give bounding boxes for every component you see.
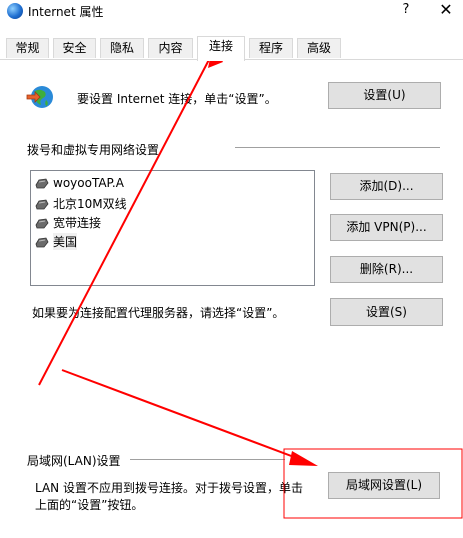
list-item[interactable]: 美国 bbox=[35, 233, 78, 251]
proxy-text: 如果要为连接配置代理服务器，请选择“设置”。 bbox=[32, 306, 285, 320]
help-button[interactable]: ? bbox=[396, 2, 416, 17]
list-item[interactable]: 宽带连接 bbox=[35, 214, 101, 232]
setup-button[interactable]: 设置(U) bbox=[328, 82, 441, 109]
internet-options-icon bbox=[7, 3, 23, 19]
lan-text-line2: 上面的“设置”按钮。 bbox=[35, 498, 144, 512]
network-connection-icon bbox=[35, 199, 49, 210]
network-connection-icon bbox=[35, 218, 49, 229]
add-vpn-button[interactable]: 添加 VPN(P)... bbox=[330, 214, 443, 241]
dialup-separator bbox=[235, 147, 440, 148]
tab-programs[interactable]: 程序 bbox=[249, 38, 293, 58]
network-connection-icon bbox=[35, 237, 49, 248]
list-item[interactable]: woyooTAP.A bbox=[35, 176, 124, 194]
connection-name: 美国 bbox=[53, 233, 78, 250]
connection-name: woyooTAP.A bbox=[53, 176, 124, 190]
title-bar: Internet 属性 ? ✕ bbox=[0, 0, 463, 30]
lan-heading: 局域网(LAN)设置 bbox=[27, 454, 121, 468]
list-item[interactable]: 北京10M双线 bbox=[35, 195, 127, 213]
globe-connect-icon bbox=[26, 86, 53, 108]
lan-settings-button[interactable]: 局域网设置(L) bbox=[328, 472, 440, 499]
setup-text: 要设置 Internet 连接，单击“设置”。 bbox=[77, 92, 277, 106]
connections-list[interactable]: woyooTAP.A 北京10M双线 宽带连接 美国 bbox=[30, 170, 315, 286]
connection-name: 北京10M双线 bbox=[53, 197, 127, 211]
add-connection-button[interactable]: 添加(D)... bbox=[330, 173, 443, 200]
dialup-heading: 拨号和虚拟专用网络设置 bbox=[27, 143, 160, 157]
connection-name: 宽带连接 bbox=[53, 216, 102, 230]
tab-connections[interactable]: 连接 bbox=[197, 36, 245, 61]
tab-strip: 常规 安全 隐私 内容 连接 程序 高级 bbox=[0, 36, 463, 61]
tab-advanced[interactable]: 高级 bbox=[297, 38, 341, 58]
proxy-settings-button[interactable]: 设置(S) bbox=[330, 298, 443, 326]
tab-general[interactable]: 常规 bbox=[6, 38, 49, 58]
remove-connection-button[interactable]: 删除(R)... bbox=[330, 256, 443, 283]
tab-content[interactable]: 内容 bbox=[148, 38, 193, 58]
network-connection-icon bbox=[35, 178, 49, 189]
lan-separator bbox=[130, 459, 285, 460]
tab-security[interactable]: 安全 bbox=[53, 38, 96, 58]
tab-privacy[interactable]: 隐私 bbox=[100, 38, 144, 58]
close-button[interactable]: ✕ bbox=[434, 0, 458, 19]
lan-text-line1: LAN 设置不应用到拨号连接。对于拨号设置，单击 bbox=[35, 481, 303, 495]
window-title: Internet 属性 bbox=[28, 5, 104, 19]
